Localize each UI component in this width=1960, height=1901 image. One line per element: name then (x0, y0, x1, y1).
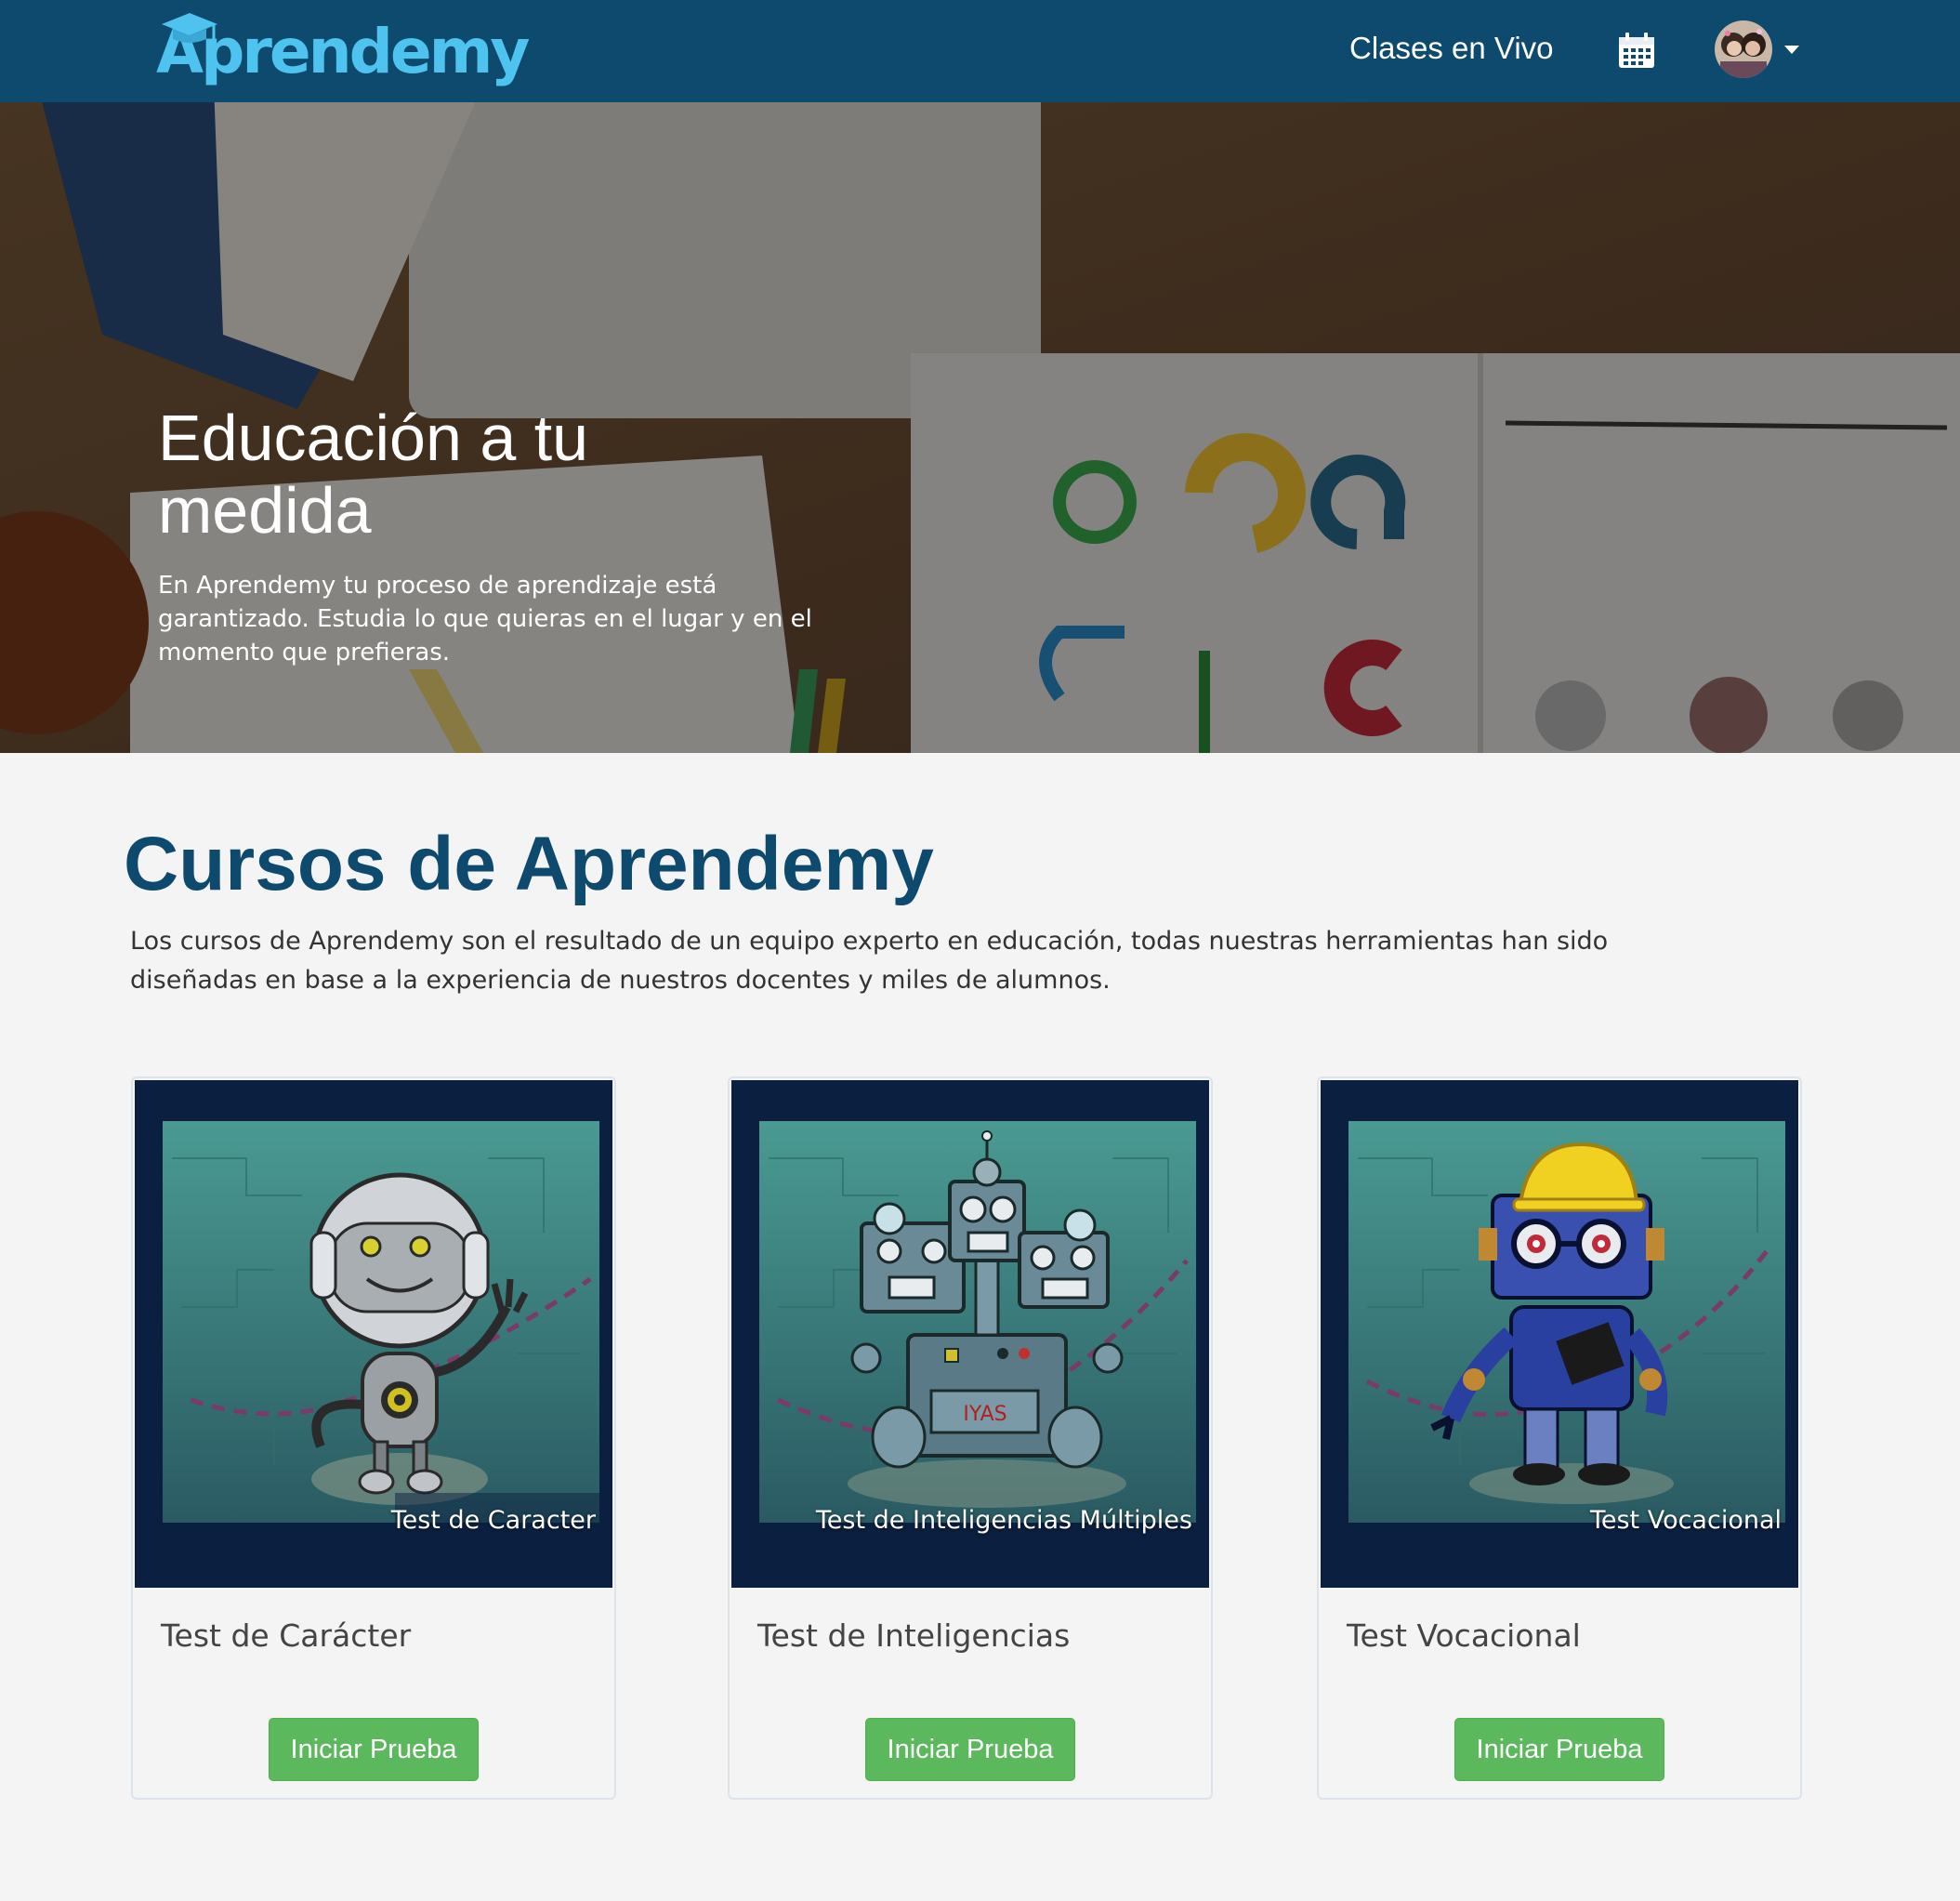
calendar-icon[interactable] (1617, 31, 1656, 70)
start-test-button[interactable]: Iniciar Prueba (269, 1718, 479, 1781)
live-classes-link[interactable]: Clases en Vivo (1349, 28, 1554, 69)
hero-description: En Aprendemy tu proceso de aprendizaje e… (158, 572, 812, 667)
logo[interactable]: Aprendemy (156, 9, 530, 93)
hero-title: Educación a tu medida (158, 402, 589, 547)
course-caption: Test de Inteligencias Múltiples (815, 1506, 1192, 1535)
robot-illustration (163, 1121, 599, 1523)
courses-title: Cursos de Aprendemy (124, 822, 934, 906)
navbar: Aprendemy Clases en Vivo (0, 0, 1960, 102)
course-title: Test de Carácter (161, 1617, 412, 1654)
graduation-cap-icon (162, 13, 217, 43)
start-test-button[interactable]: Iniciar Prueba (1454, 1718, 1664, 1781)
caret-down-icon[interactable] (1784, 46, 1799, 54)
course-image[interactable]: Test de Caracter (135, 1080, 612, 1588)
start-test-button[interactable]: Iniciar Prueba (865, 1718, 1075, 1781)
course-card-multiple-intelligences: IYAS Test de Inteligencias Múltiples Tes… (728, 1076, 1213, 1800)
engineer-robot-illustration (1348, 1121, 1785, 1523)
course-caption: Test de Caracter (390, 1506, 596, 1535)
course-image[interactable]: Test Vocacional (1321, 1080, 1798, 1588)
course-title: Test de Inteligencias (757, 1617, 1071, 1654)
course-card-character: Test de Caracter Test de Carácter Inicia… (131, 1076, 616, 1800)
hero-banner: Educación a tu medida En Aprendemy tu pr… (0, 102, 1960, 753)
user-avatar[interactable] (1715, 20, 1772, 78)
course-title: Test Vocacional (1347, 1617, 1581, 1654)
course-caption: Test Vocacional (1589, 1506, 1782, 1535)
avatar-photo (1715, 20, 1772, 78)
course-card-vocational: Test Vocacional Test Vocacional Iniciar … (1317, 1076, 1802, 1800)
three-headed-robot-illustration: IYAS (759, 1121, 1196, 1523)
course-image[interactable]: IYAS Test de Inteligencias Múltiples (731, 1080, 1209, 1588)
courses-description: Los cursos de Aprendemy son el resultado… (130, 927, 1609, 995)
svg-text:IYAS: IYAS (963, 1403, 1006, 1426)
